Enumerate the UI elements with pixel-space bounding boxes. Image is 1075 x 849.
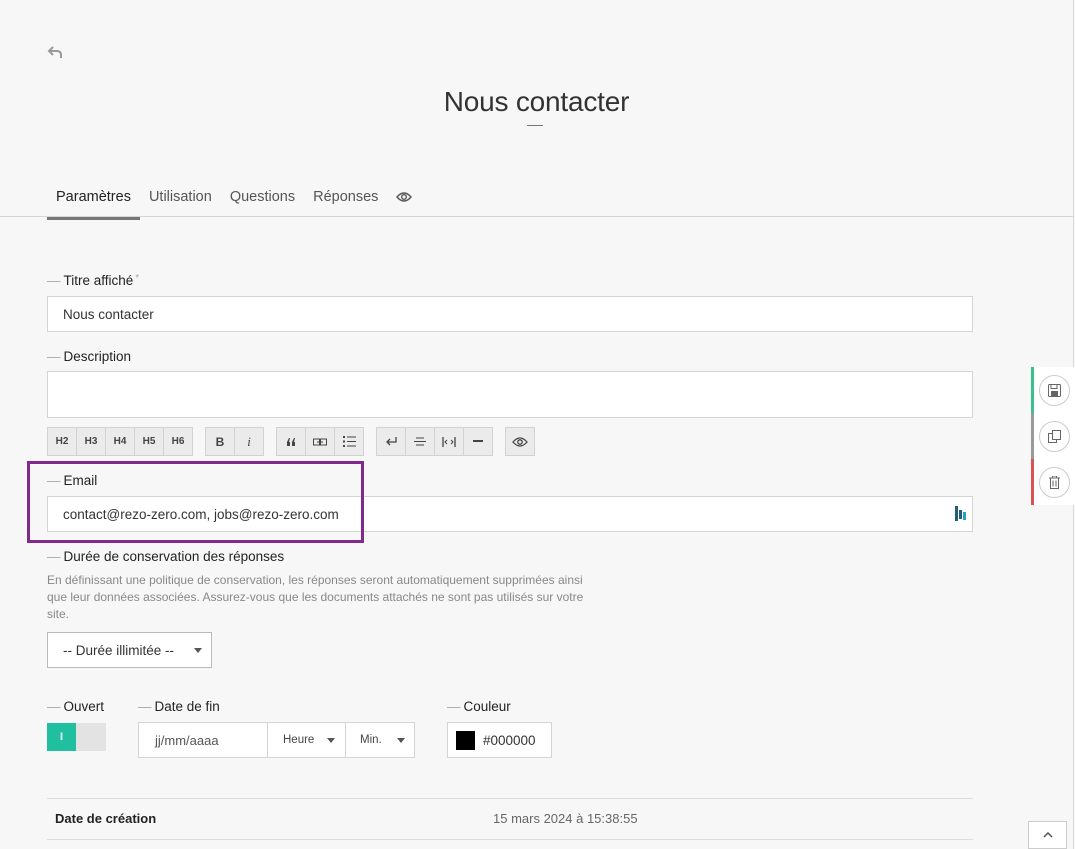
email-label: — Email <box>47 473 98 488</box>
password-manager-icon[interactable] <box>955 506 967 526</box>
horizontal-rule-icon <box>473 440 483 442</box>
title-input[interactable]: Nous contacter <box>47 296 973 332</box>
quote-button[interactable] <box>276 427 306 456</box>
save-button[interactable] <box>1031 367 1075 413</box>
duplicate-button[interactable] <box>1031 413 1075 459</box>
list-icon <box>342 436 356 447</box>
color-swatch <box>456 730 475 750</box>
quote-icon <box>287 437 295 446</box>
retention-select[interactable]: -- Durée illimitée -- <box>47 632 212 668</box>
italic-button[interactable]: i <box>234 427 264 456</box>
page-title: Nous contacter <box>443 86 630 117</box>
minute-label: Min. <box>360 734 382 746</box>
created-label: Date de création <box>55 811 157 826</box>
retention-selected-value: -- Durée illimitée -- <box>63 642 175 658</box>
strikethrough-icon <box>414 437 426 446</box>
color-value: #000000 <box>483 732 536 748</box>
back-arrow-icon <box>47 46 62 58</box>
title-label: — Titre affiché * <box>47 273 140 288</box>
heading-3-button[interactable]: H3 <box>76 427 106 456</box>
toggle-knob: I <box>47 723 76 751</box>
duplicate-icon <box>1048 429 1061 443</box>
markdown-toolbar: H2 H3 H4 H5 H6 B i <box>47 427 547 456</box>
retention-label: — Durée de conservation des réponses <box>47 549 285 564</box>
tab-utilisation[interactable]: Utilisation <box>140 180 221 220</box>
bold-button[interactable]: B <box>205 427 235 456</box>
list-button[interactable] <box>334 427 364 456</box>
return-icon <box>385 437 397 446</box>
tabs-divider <box>0 216 1073 217</box>
side-actions <box>1031 367 1075 505</box>
link-icon <box>313 438 327 445</box>
retention-help-text: En définissant une politique de conserva… <box>47 573 584 621</box>
heading-5-button[interactable]: H5 <box>134 427 164 456</box>
created-value: 15 mars 2024 à 15:38:55 <box>493 811 638 826</box>
link-button[interactable] <box>305 427 335 456</box>
back-button[interactable] <box>44 42 66 62</box>
open-toggle[interactable]: I <box>47 723 106 751</box>
info-table: Date de création 15 mars 2024 à 15:38:55 <box>47 798 973 840</box>
tab-parametres[interactable]: Paramètres <box>47 180 140 220</box>
chevron-up-icon <box>1042 832 1053 838</box>
chevron-down-icon <box>327 738 335 743</box>
color-label: — Couleur <box>447 699 511 714</box>
tab-questions[interactable]: Questions <box>221 180 304 220</box>
chevron-down-icon <box>397 738 405 743</box>
end-date-label: — Date de fin <box>138 699 220 714</box>
heading-2-button[interactable]: H2 <box>47 427 77 456</box>
markdown-preview-button[interactable] <box>505 427 535 456</box>
minute-select[interactable]: Min. <box>345 722 415 758</box>
scroll-top-button[interactable] <box>1028 821 1067 849</box>
tab-preview[interactable] <box>387 180 421 220</box>
end-date-input[interactable]: jj/mm/aaaa <box>138 722 268 758</box>
eye-icon <box>396 192 413 202</box>
tabs-bar: Paramètres Utilisation Questions Réponse… <box>47 180 421 220</box>
delete-button[interactable] <box>1031 459 1075 505</box>
chevron-down-icon <box>194 648 202 653</box>
eye-icon <box>512 436 528 447</box>
hour-label: Heure <box>283 734 315 746</box>
strikethrough-button[interactable] <box>405 427 435 456</box>
line-break-button[interactable] <box>376 427 406 456</box>
trash-icon <box>1049 475 1060 489</box>
title-underline <box>527 125 543 126</box>
heading-4-button[interactable]: H4 <box>105 427 135 456</box>
email-value: contact@rezo-zero.com, jobs@rezo-zero.co… <box>63 506 339 522</box>
email-input[interactable]: contact@rezo-zero.com, jobs@rezo-zero.co… <box>47 496 973 532</box>
description-label: — Description <box>47 349 132 364</box>
open-label: — Ouvert <box>47 699 105 714</box>
date-placeholder: jj/mm/aaaa <box>155 732 219 748</box>
hour-select[interactable]: Heure <box>267 722 346 758</box>
non-breaking-space-button[interactable] <box>434 427 464 456</box>
color-picker[interactable]: #000000 <box>447 722 552 758</box>
heading-6-button[interactable]: H6 <box>163 427 193 456</box>
horizontal-rule-button[interactable] <box>463 427 493 456</box>
description-editor[interactable] <box>47 371 973 418</box>
tab-reponses[interactable]: Réponses <box>304 180 387 220</box>
nbsp-icon <box>442 436 456 447</box>
save-icon <box>1048 383 1061 397</box>
